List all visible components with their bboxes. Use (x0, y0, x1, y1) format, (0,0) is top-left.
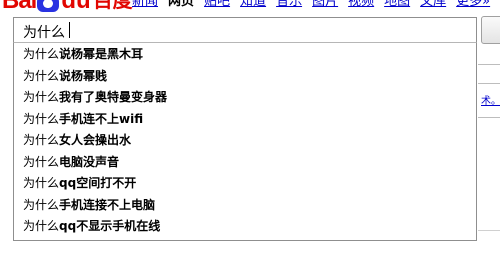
suggestion-completion: qq空间打不开 (59, 176, 137, 190)
suggestion-completion: 我有了奥特曼变身器 (59, 90, 168, 104)
suggestion-completion: qq不显示手机在线 (59, 219, 161, 233)
suggestion-completion: 手机连接不上电脑 (59, 197, 156, 212)
suggestion-item[interactable]: 为什么说杨幂贱 (14, 66, 476, 88)
suggestion-completion: 说杨幂贱 (59, 68, 108, 83)
nav-item-6[interactable]: 视频 (348, 0, 374, 10)
suggestion-prefix: 为什么 (23, 154, 60, 169)
baidu-search-page: Bai du 百度 新闻网页贴吧知道音乐图片视频地图文库更多» 为什么说杨幂是黑… (0, 0, 500, 275)
nav-item-7[interactable]: 地图 (384, 0, 410, 10)
suggestion-item[interactable]: 为什么电脑没声音 (14, 152, 476, 174)
page-content-fragment: 术。 (478, 52, 500, 252)
suggestion-prefix: 为什么 (23, 197, 60, 212)
nav-item-4[interactable]: 音乐 (276, 0, 302, 10)
paw-icon (37, 0, 60, 12)
logo-text-bai: Bai (2, 0, 37, 14)
suggestion-item[interactable]: 为什么说杨幂是黑木耳 (14, 44, 476, 66)
nav-item-0[interactable]: 新闻 (132, 0, 158, 10)
text-cursor (69, 22, 70, 38)
suggestion-prefix: 为什么 (23, 176, 60, 190)
suggestion-item[interactable]: 为什么qq不显示手机在线 (14, 216, 476, 238)
fragment-link-text[interactable]: 术。 (481, 92, 500, 107)
suggestion-prefix: 为什么 (23, 47, 60, 61)
nav-item-8[interactable]: 文库 (420, 0, 446, 10)
suggestion-item[interactable]: 为什么手机连不上wifi (14, 109, 476, 131)
suggestion-item[interactable]: 为什么女人会操出水 (14, 130, 476, 152)
suggestion-completion: 电脑没声音 (59, 154, 120, 169)
search-input[interactable] (13, 17, 477, 43)
search-category-nav: 新闻 网页 贴吧 知道 音乐 图片 视频 地图 文库 更多» (132, 0, 490, 10)
fragment-box (478, 106, 500, 118)
suggestion-item[interactable]: 为什么我有了奥特曼变身器 (14, 87, 476, 109)
suggestion-prefix: 为什么 (23, 133, 60, 147)
fragment-box (478, 64, 500, 84)
suggestion-completion: 手机连不上wifi (59, 111, 144, 126)
search-button[interactable] (481, 16, 500, 44)
suggestion-dropdown: 为什么说杨幂是黑木耳 为什么说杨幂贱 为什么我有了奥特曼变身器 为什么手机连不上wif… (13, 42, 477, 241)
nav-item-9[interactable]: 更多» (456, 0, 490, 10)
suggestion-prefix: 为什么 (23, 68, 60, 83)
nav-item-1[interactable]: 网页 (168, 0, 194, 10)
top-bar: Bai du 百度 新闻 网页 贴吧 知道 音乐 图片 视频 地图 文库 更多» (0, 0, 500, 14)
suggestion-item[interactable]: 为什么qq空间打不开 (14, 173, 476, 195)
nav-item-5[interactable]: 图片 (312, 0, 338, 10)
suggestion-prefix: 为什么 (23, 219, 60, 233)
baidu-logo[interactable]: Bai du 百度 (2, 0, 133, 13)
suggestion-completion: 说杨幂是黑木耳 (59, 47, 144, 61)
suggestion-prefix: 为什么 (23, 111, 60, 126)
nav-item-3[interactable]: 知道 (240, 0, 266, 10)
logo-text-du: du (61, 0, 91, 14)
suggestion-item[interactable]: 为什么手机连接不上电脑 (14, 195, 476, 217)
suggestion-completion: 女人会操出水 (59, 133, 132, 147)
logo-text-chinese: 百度 (92, 0, 133, 12)
suggestion-prefix: 为什么 (23, 90, 60, 104)
divider (478, 230, 500, 231)
nav-item-2[interactable]: 贴吧 (204, 0, 230, 10)
